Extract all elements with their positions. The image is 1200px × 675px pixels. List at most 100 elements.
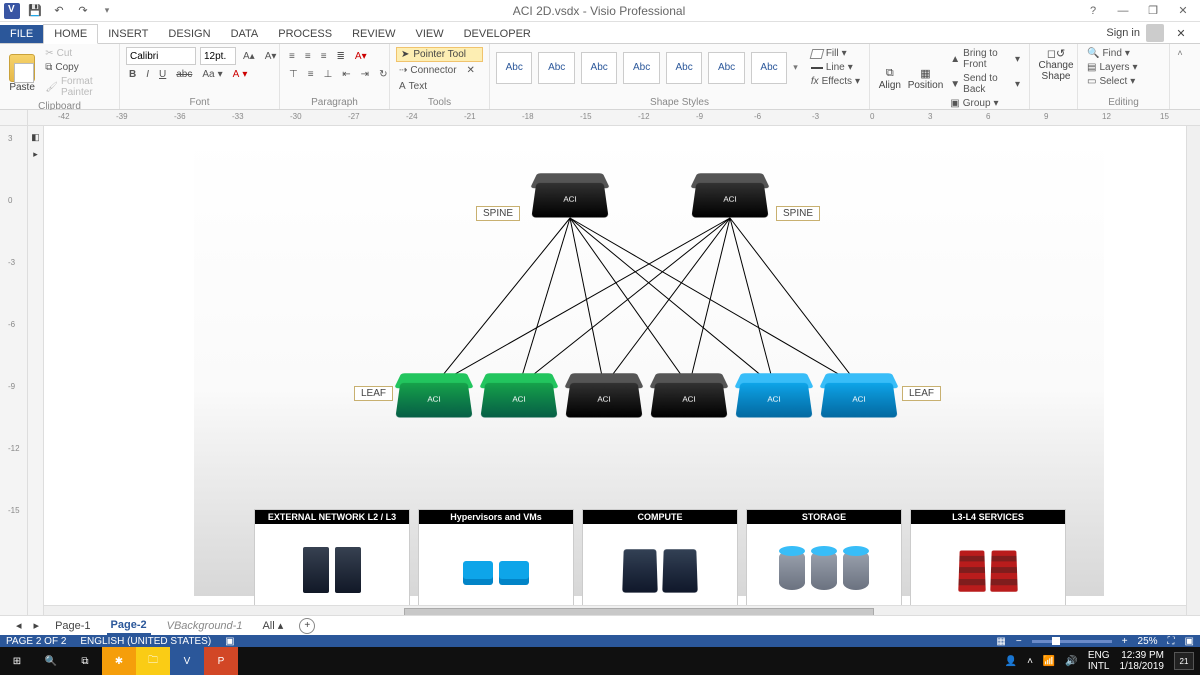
status-language[interactable]: ENGLISH (UNITED STATES): [80, 636, 211, 647]
help-button[interactable]: ?: [1082, 1, 1104, 21]
align-bottom-button[interactable]: ⊥: [321, 68, 336, 81]
page-tab-background[interactable]: VBackground-1: [163, 618, 247, 634]
shape-style-2[interactable]: Abc: [538, 52, 574, 84]
shape-style-6[interactable]: Abc: [708, 52, 744, 84]
wifi-icon[interactable]: 📶: [1043, 656, 1055, 667]
notification-center-button[interactable]: 21: [1174, 652, 1194, 670]
align-left-button[interactable]: ≡: [286, 50, 298, 63]
copy-button[interactable]: ⧉ Copy: [42, 61, 113, 74]
tab-insert[interactable]: INSERT: [98, 25, 158, 43]
cut-button[interactable]: ✂ Cut: [42, 47, 113, 60]
minimize-button[interactable]: —: [1112, 1, 1134, 21]
clock[interactable]: 12:39 PM1/18/2019: [1120, 650, 1165, 672]
bullets-button[interactable]: ≣: [334, 50, 348, 63]
shape-style-1[interactable]: Abc: [496, 52, 532, 84]
indent-right-button[interactable]: ⇥: [358, 68, 372, 81]
drawing-canvas[interactable]: AP AP APIC ACI ACI SPINE SPINE ACI: [44, 126, 1200, 619]
presentation-mode-button[interactable]: ▦: [996, 636, 1005, 647]
add-page-button[interactable]: +: [299, 618, 315, 634]
position-button[interactable]: ▦ Position: [908, 47, 944, 110]
tab-view[interactable]: VIEW: [405, 25, 453, 43]
align-center-button[interactable]: ≡: [302, 50, 314, 63]
language-indicator[interactable]: ENGINTL: [1088, 650, 1110, 672]
leaf-switch-4[interactable]: ACI: [653, 366, 725, 418]
align-right-button[interactable]: ≡: [318, 50, 330, 63]
grow-font-button[interactable]: A▴: [240, 50, 258, 63]
zoom-in-button[interactable]: +: [1122, 636, 1128, 647]
restore-button[interactable]: ❐: [1142, 1, 1164, 21]
leaf-switch-5[interactable]: ACI: [738, 366, 810, 418]
user-avatar-icon[interactable]: [1146, 24, 1164, 42]
tab-review[interactable]: REVIEW: [342, 25, 405, 43]
page-tab-all[interactable]: All ▴: [258, 617, 287, 634]
pointer-tool-button[interactable]: ➤ Pointer Tool: [396, 47, 483, 62]
connector-tool-button[interactable]: ⇢ Connector: [396, 64, 460, 77]
layers-button[interactable]: ▤ Layers ▾: [1084, 61, 1163, 74]
category-external-network[interactable]: EXTERNAL NETWORK L2 / L3: [254, 509, 410, 617]
bold-button[interactable]: B: [126, 68, 139, 81]
paste-button[interactable]: Paste: [6, 47, 38, 99]
change-case-button[interactable]: Aa ▾: [199, 68, 225, 81]
taskbar-app-1[interactable]: ✱: [102, 647, 136, 675]
powerpoint-taskbar-button[interactable]: P: [204, 647, 238, 675]
qat-redo-button[interactable]: ↷: [74, 2, 92, 20]
people-button[interactable]: 👤: [1005, 656, 1017, 667]
leaf-switch-6[interactable]: ACI: [823, 366, 895, 418]
vertical-scrollbar[interactable]: [1186, 126, 1200, 619]
category-compute[interactable]: COMPUTE: [582, 509, 738, 617]
shapes-expand-button[interactable]: ▸: [33, 149, 38, 160]
tab-nav-left[interactable]: ◂: [16, 619, 22, 632]
collapse-ribbon-button[interactable]: ˄: [1177, 48, 1182, 58]
fit-page-button[interactable]: ⛶: [1168, 636, 1175, 647]
font-color-button[interactable]: A ▾: [230, 68, 251, 81]
macro-recording-button[interactable]: ▣: [225, 636, 234, 647]
page-tab-2[interactable]: Page-2: [107, 617, 151, 635]
tool-close-button[interactable]: ✕: [464, 64, 478, 77]
tab-process[interactable]: PROCESS: [268, 25, 342, 43]
volume-icon[interactable]: 🔊: [1065, 656, 1077, 667]
category-services[interactable]: L3-L4 SERVICES: [910, 509, 1066, 617]
bring-front-button[interactable]: ▲ Bring to Front ▾: [947, 47, 1023, 71]
text-tool-button[interactable]: A Text: [396, 80, 430, 93]
task-view-button[interactable]: ⧉: [68, 647, 102, 675]
underline-button[interactable]: U: [156, 68, 169, 81]
format-painter-button[interactable]: 🖌 Format Painter: [42, 75, 113, 99]
leaf-switch-2[interactable]: ACI: [483, 366, 555, 418]
shapes-panel-toggle[interactable]: ◧: [31, 132, 40, 143]
spine-switch-2[interactable]: ACI: [694, 166, 766, 218]
shape-style-3[interactable]: Abc: [581, 52, 617, 84]
line-button[interactable]: Line ▾: [808, 61, 863, 74]
shape-style-7[interactable]: Abc: [751, 52, 787, 84]
find-button[interactable]: 🔍 Find ▾: [1084, 47, 1163, 60]
qat-save-button[interactable]: 💾: [26, 2, 44, 20]
zoom-level[interactable]: 25%: [1138, 636, 1158, 647]
qat-customize-button[interactable]: ▾: [98, 2, 116, 20]
file-explorer-button[interactable]: 🗀: [136, 647, 170, 675]
page-tab-1[interactable]: Page-1: [51, 618, 94, 634]
tab-data[interactable]: DATA: [221, 25, 269, 43]
tray-expand-button[interactable]: ˄: [1027, 656, 1033, 667]
tab-developer[interactable]: DEVELOPER: [454, 25, 541, 43]
shrink-font-button[interactable]: A▾: [262, 50, 280, 63]
fill-button[interactable]: Fill ▾: [808, 47, 863, 60]
tab-nav-right[interactable]: ▸: [34, 619, 40, 632]
leaf-switch-1[interactable]: ACI: [398, 366, 470, 418]
change-shape-button[interactable]: ◻↺ Change Shape: [1036, 47, 1076, 82]
leaf-switch-3[interactable]: ACI: [568, 366, 640, 418]
text-color-button[interactable]: A▾: [352, 50, 370, 63]
signin-link[interactable]: Sign in: [1106, 27, 1140, 39]
font-name-select[interactable]: [126, 47, 196, 65]
align-top-button[interactable]: ⊤: [286, 68, 301, 81]
tab-home[interactable]: HOME: [43, 24, 98, 44]
category-storage[interactable]: STORAGE: [746, 509, 902, 617]
shape-style-5[interactable]: Abc: [666, 52, 702, 84]
group-button[interactable]: ▣ Group ▾: [947, 97, 1023, 110]
search-button[interactable]: 🔍: [34, 647, 68, 675]
rotate-text-button[interactable]: ↻: [376, 68, 390, 81]
qat-undo-button[interactable]: ↶: [50, 2, 68, 20]
close-button[interactable]: ✕: [1172, 1, 1194, 21]
tab-design[interactable]: DESIGN: [158, 25, 220, 43]
select-button[interactable]: ▭ Select ▾: [1084, 75, 1163, 88]
visio-taskbar-button[interactable]: V: [170, 647, 204, 675]
align-button[interactable]: ⧉ Align: [876, 47, 904, 110]
